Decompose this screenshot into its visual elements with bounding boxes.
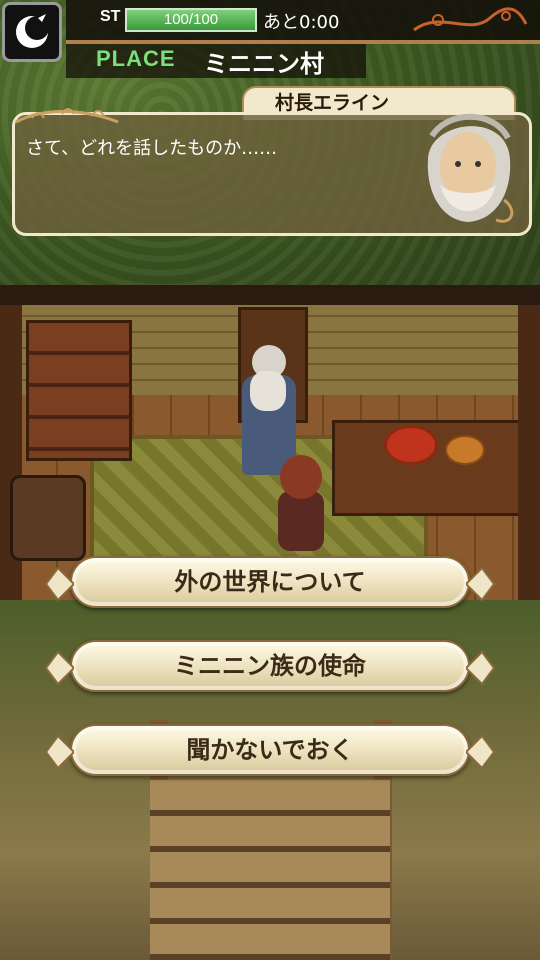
choice-button-outside-world[interactable]: 外の世界について — [44, 556, 496, 608]
ornament-right-icon — [466, 734, 496, 770]
ornament-right-icon — [466, 566, 496, 602]
ornament-icon — [413, 7, 528, 32]
crescent-moon-icon — [16, 14, 49, 48]
elder-portrait — [427, 113, 514, 223]
choice-label: 聞かないでおく — [186, 736, 354, 764]
stairs — [150, 780, 390, 960]
dialog-text: さて、どれを話したものか…… — [26, 138, 278, 159]
place-name: ミニニン村 — [204, 50, 324, 78]
stamina-text: 100/100 — [163, 11, 219, 28]
choice-label: ミニニン族の使命 — [174, 652, 366, 680]
stamina-label: ST — [100, 8, 121, 25]
stamina-bar: 100/100 — [125, 8, 257, 32]
pillar-right — [518, 305, 540, 600]
ornament-left-icon — [44, 650, 74, 686]
pie-red — [384, 425, 438, 465]
menu-button[interactable] — [2, 2, 62, 62]
bookshelf — [26, 320, 132, 461]
house-interior — [0, 285, 540, 600]
leaf-ornament-icon — [15, 108, 119, 124]
ornament-right-icon — [466, 650, 496, 686]
place-label: PLACE — [96, 46, 176, 71]
choice-button-dont-ask[interactable]: 聞かないでおく — [44, 724, 496, 776]
choice-label: 外の世界について — [174, 568, 366, 596]
time-remaining: あと0:00 — [263, 12, 340, 33]
speaker-name: 村長エライン — [274, 92, 389, 114]
barrel — [10, 475, 86, 561]
ornament-left-icon — [44, 734, 74, 770]
choice-button-mission[interactable]: ミニニン族の使命 — [44, 640, 496, 692]
player-character — [272, 455, 328, 555]
pie-orange — [445, 435, 485, 465]
ornament-left-icon — [44, 566, 74, 602]
